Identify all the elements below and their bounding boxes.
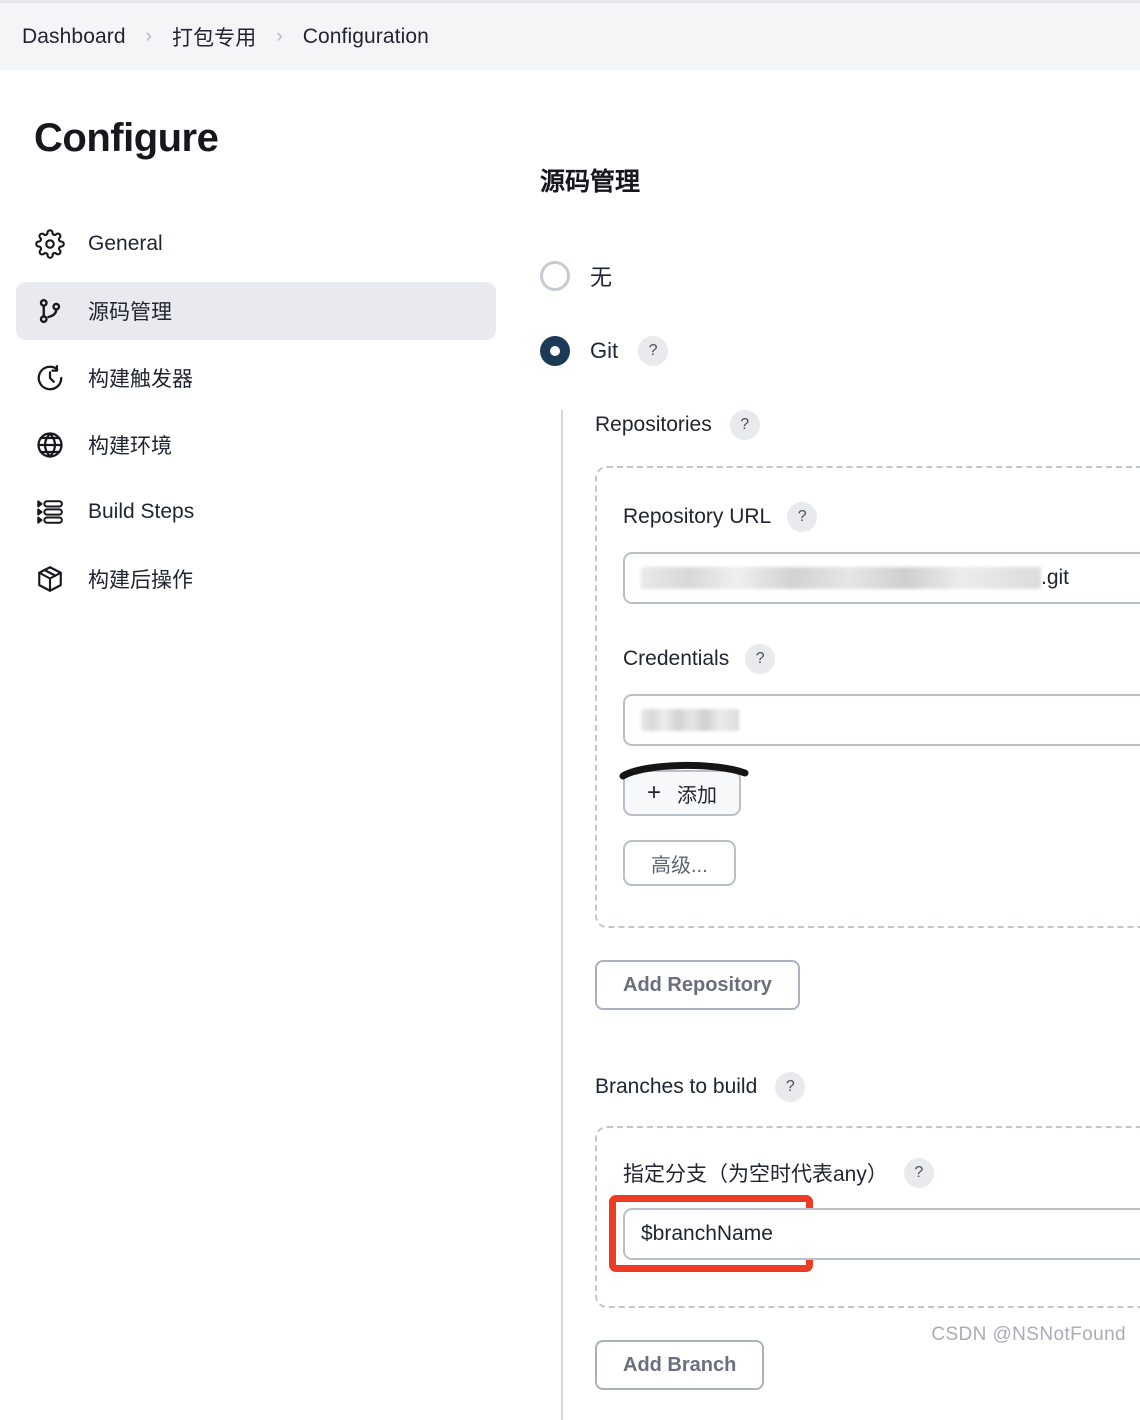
radio-none[interactable]	[540, 261, 570, 291]
plus-icon: +	[647, 779, 662, 806]
repository-url-input[interactable]: .git	[623, 552, 1140, 604]
repository-url-suffix: .git	[1041, 566, 1070, 589]
help-icon-repositories[interactable]: ?	[729, 410, 760, 440]
sidebar-item-label: 构建触发器	[88, 368, 193, 391]
sidebar-item-label: 源码管理	[88, 301, 172, 324]
sidebar-item-scm[interactable]: 源码管理	[16, 282, 496, 340]
breadcrumb-item-dashboard[interactable]: Dashboard	[18, 25, 130, 49]
list-icon	[34, 496, 66, 528]
watermark: CSDN @NSNotFound	[931, 1324, 1126, 1345]
git-branch-icon	[34, 295, 66, 327]
credentials-select[interactable]	[623, 694, 1140, 746]
sidebar-item-label: 构建环境	[88, 435, 172, 458]
branches-label: Branches to build	[595, 1075, 758, 1098]
breadcrumb-item-job[interactable]: 打包专用	[168, 22, 260, 52]
radio-none-label: 无	[590, 265, 613, 290]
sidebar-item-build-triggers[interactable]: 构建触发器	[16, 349, 496, 407]
page-body: Configure General 源码管理 构建触发器 构建环境 Build …	[0, 70, 1140, 1420]
repositories-label: Repositories	[595, 413, 712, 436]
branches-label-row: Branches to build ?	[595, 1072, 1140, 1102]
sidebar-item-label: Build Steps	[88, 500, 195, 523]
git-config-block: Repositories ? Repository URL ? .git Cre…	[561, 410, 1140, 1420]
help-icon-credentials[interactable]: ?	[745, 644, 776, 674]
scm-option-none[interactable]: 无	[540, 260, 1140, 292]
advanced-wrap: 高级...	[623, 816, 1140, 886]
credentials-label-row: Credentials ?	[623, 644, 1140, 674]
page-title: Configure	[34, 116, 219, 160]
radio-git[interactable]	[540, 336, 570, 366]
radio-git-label: Git	[590, 338, 619, 363]
credentials-label: Credentials	[623, 647, 730, 670]
main-content: 源码管理 无 Git ? Repositories ? Repository U…	[530, 70, 1140, 1420]
sidebar: Configure General 源码管理 构建触发器 构建环境 Build …	[0, 70, 530, 1358]
sidebar-item-general[interactable]: General	[16, 215, 496, 273]
add-repository-row: Add Repository	[595, 960, 1140, 1010]
sidebar-item-build-environment[interactable]: 构建环境	[16, 416, 496, 474]
breadcrumb-separator-icon: ›	[145, 26, 152, 47]
add-credentials-label: 添加	[677, 784, 718, 807]
scm-option-git[interactable]: Git ?	[540, 336, 1140, 366]
repositories-label-row: Repositories ?	[595, 410, 1140, 440]
help-icon-git[interactable]: ?	[638, 336, 669, 366]
help-icon-repository-url[interactable]: ?	[787, 502, 818, 532]
branch-specifier-label: 指定分支（为空时代表any）	[623, 1163, 888, 1186]
repository-entry-box: Repository URL ? .git Credentials ? + 添加…	[595, 466, 1140, 928]
branch-specifier-label-row: 指定分支（为空时代表any） ?	[623, 1158, 1140, 1188]
redacted-value	[641, 709, 739, 731]
branch-specifier-value: $branchName	[641, 1222, 773, 1245]
sidebar-item-label: 构建后操作	[88, 569, 193, 592]
clock-icon	[34, 362, 66, 394]
add-repository-button[interactable]: Add Repository	[595, 960, 800, 1010]
package-icon	[34, 563, 66, 595]
add-branch-button[interactable]: Add Branch	[595, 1340, 765, 1390]
add-credentials-button[interactable]: + 添加	[623, 770, 742, 816]
globe-icon	[34, 429, 66, 461]
advanced-button[interactable]: 高级...	[623, 840, 736, 886]
redacted-value	[641, 567, 1041, 589]
section-title: 源码管理	[540, 168, 641, 196]
add-credentials-wrap: + 添加	[619, 762, 749, 816]
branch-entry-box: 指定分支（为空时代表any） ? $branchName	[595, 1126, 1140, 1308]
help-icon-branch-specifier[interactable]: ?	[903, 1158, 934, 1188]
gear-icon	[34, 228, 66, 260]
sidebar-item-post-build-actions[interactable]: 构建后操作	[16, 550, 496, 608]
sidebar-item-label: General	[88, 232, 163, 255]
help-icon-branches[interactable]: ?	[775, 1072, 806, 1102]
repository-url-label: Repository URL	[623, 505, 772, 528]
breadcrumb: Dashboard › 打包专用 › Configuration	[0, 0, 1140, 70]
breadcrumb-separator-icon: ›	[276, 26, 283, 47]
add-branch-row: Add Branch	[595, 1340, 1140, 1390]
breadcrumb-item-configuration[interactable]: Configuration	[299, 25, 433, 49]
sidebar-item-build-steps[interactable]: Build Steps	[16, 483, 496, 541]
repository-url-label-row: Repository URL ?	[623, 502, 1140, 532]
branch-specifier-wrap: $branchName	[609, 1195, 1140, 1272]
branch-specifier-input[interactable]: $branchName	[623, 1208, 1140, 1260]
